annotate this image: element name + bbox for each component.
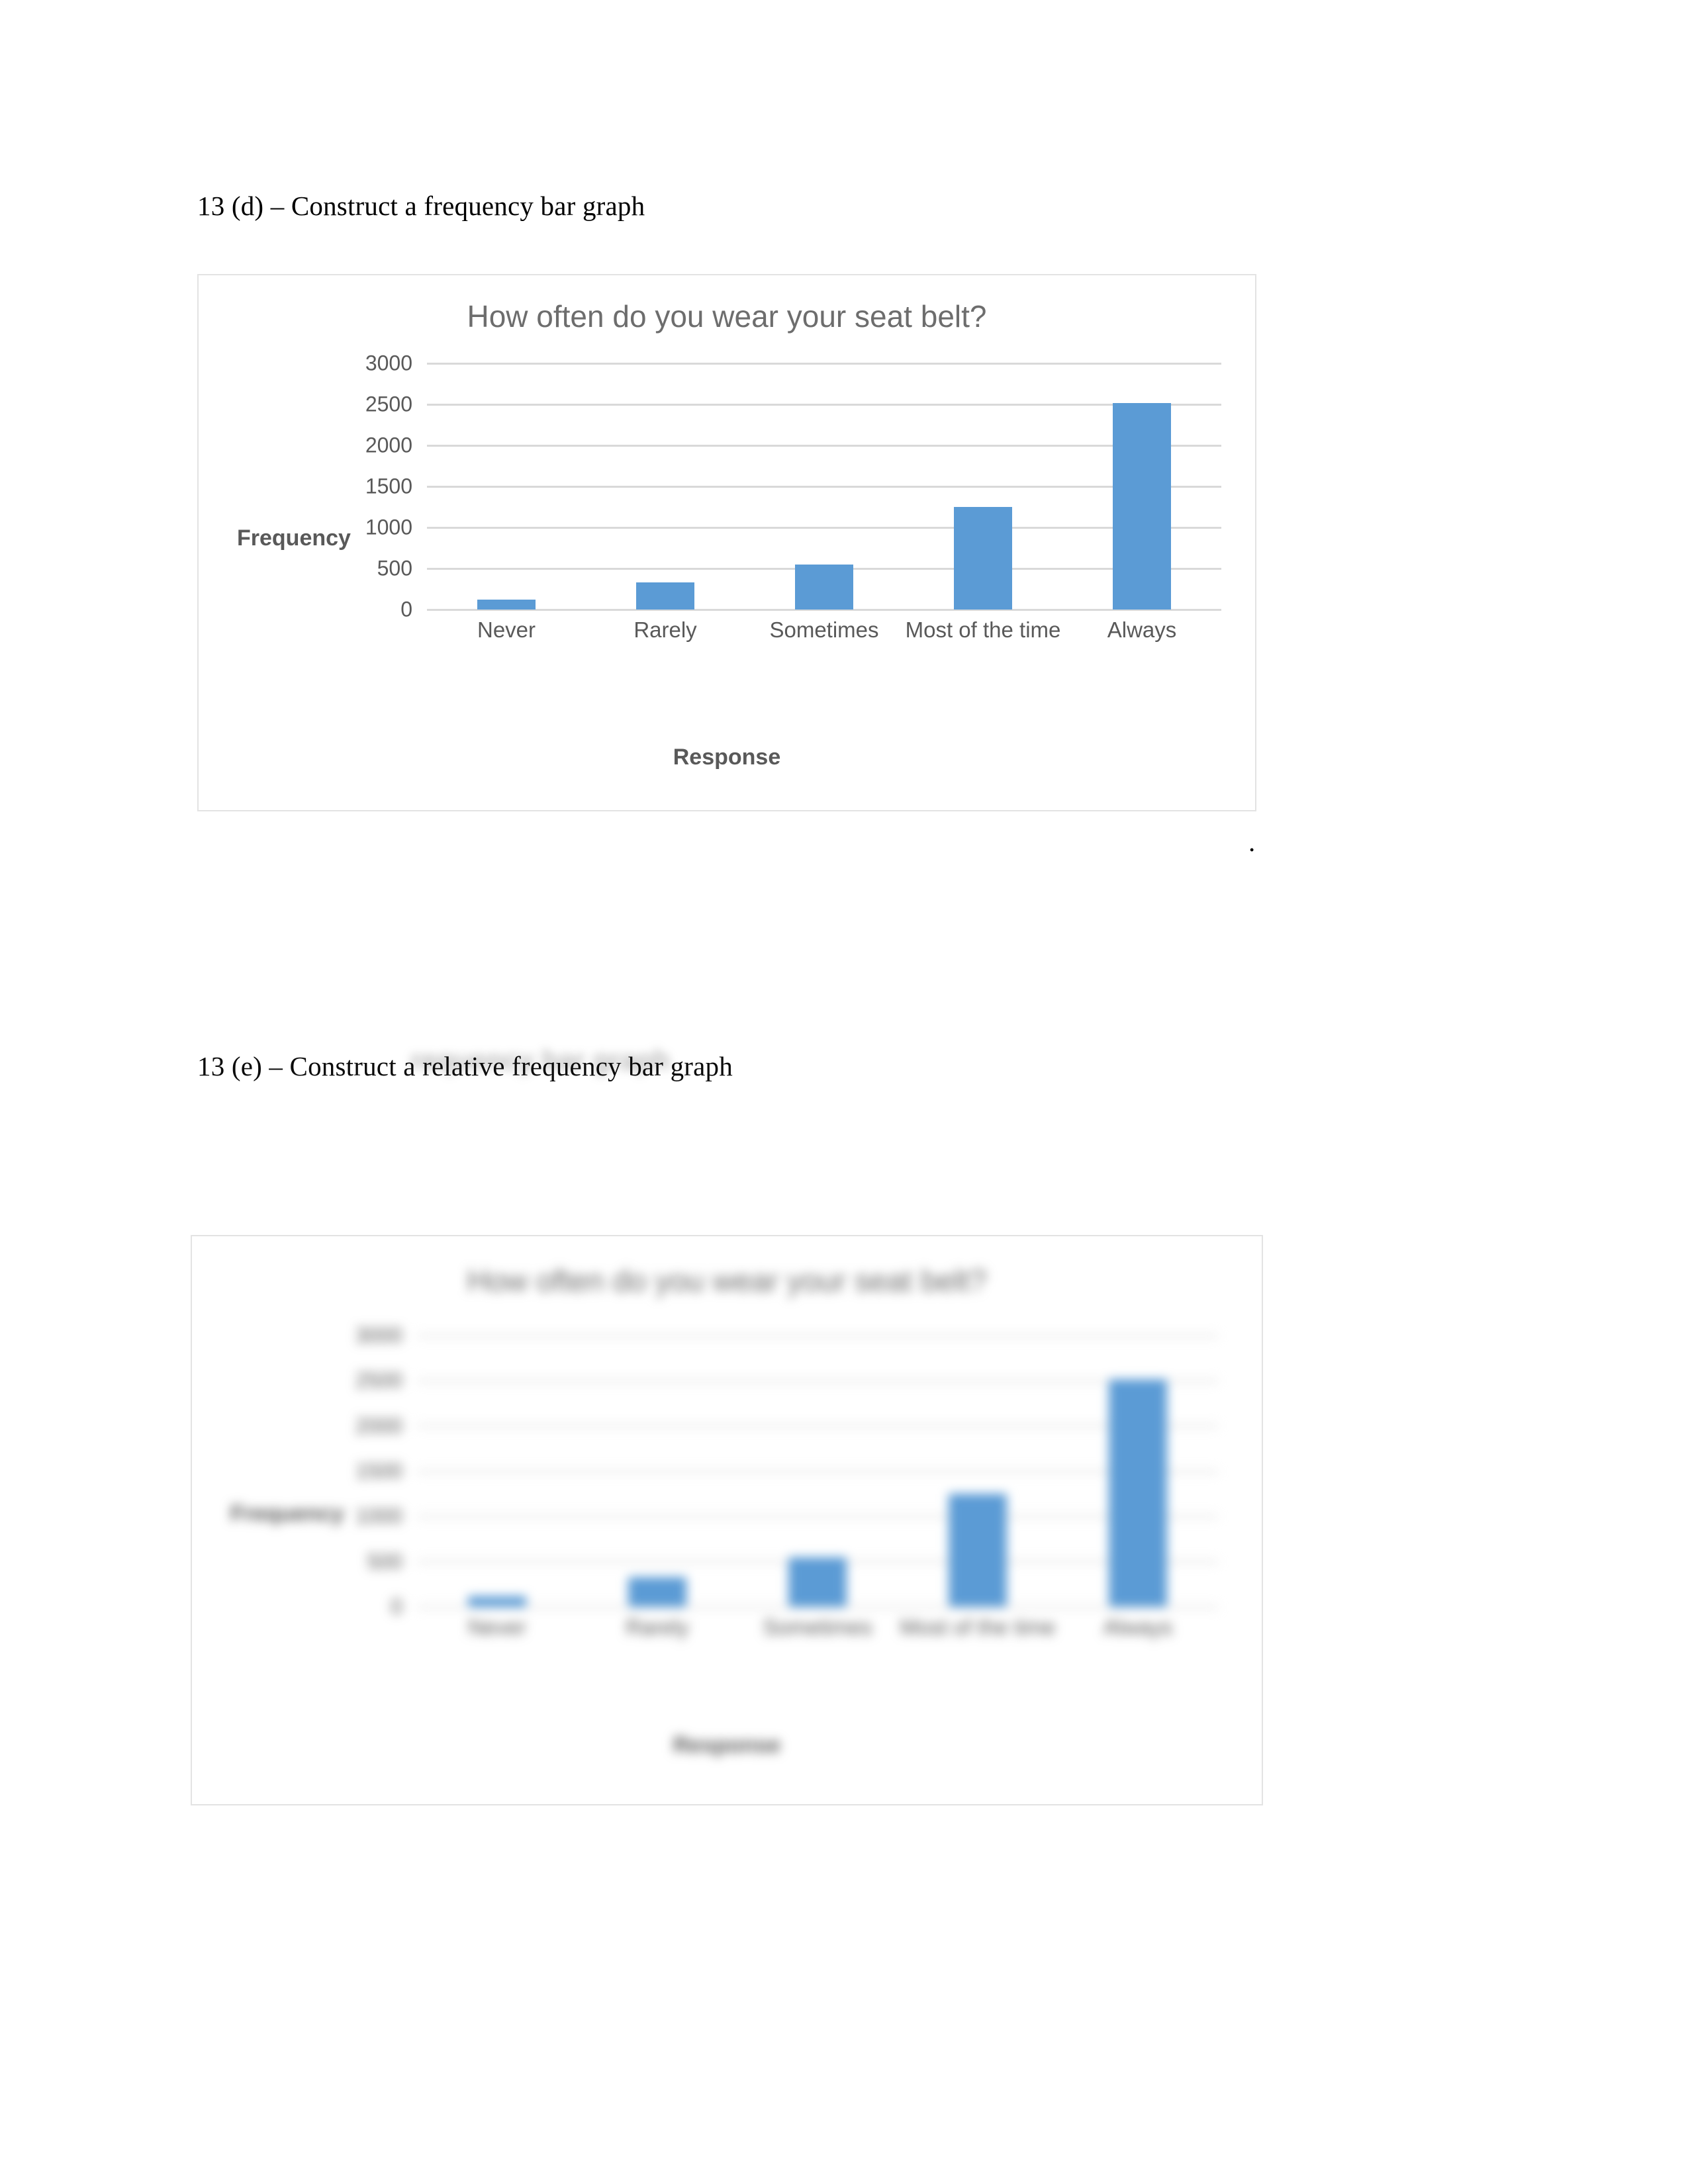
bar [949,1494,1007,1607]
bar [788,1557,847,1607]
y-tick-label: 1000 [355,1504,402,1528]
page-heading-13e: 13 (e) – Construct a relative frequency … [197,1054,733,1081]
bar-group: Most of the time [904,363,1062,642]
x-tick-label: Never [467,1615,527,1639]
y-tick-label: 1000 [365,515,412,539]
bar [636,582,694,610]
bars: Never Rarely Sometimes Most of the time Alwa… [427,363,1221,642]
bars: Never Rarely Sometimes Most of the time Alwa… [417,1336,1218,1639]
y-tick-label: 3000 [355,1323,402,1347]
chart-title: How often do you wear your seat belt? [467,1263,987,1298]
trailing-period: . [1248,827,1256,857]
bar-group: Never [427,363,586,642]
bar-group: Sometimes [737,1336,898,1639]
frequency-bar-chart: How often do you wear your seat belt? Fr… [197,274,1256,811]
y-tick-label: 3000 [365,351,412,375]
x-tick-label: Sometimes [769,617,879,642]
bar-group: Always [1058,1336,1218,1639]
y-axis-title: Frequency [237,525,351,551]
page-heading-13e-clip: 13 (e) – Construct a relative frequency … [197,1054,733,1089]
y-axis-title: Frequency [230,1501,344,1526]
y-tick-label: 2000 [355,1414,402,1438]
x-tick-label: Sometimes [763,1615,872,1639]
y-tick-label: 2500 [365,392,412,416]
x-tick-label: Never [477,617,536,642]
relative-frequency-bar-chart: How often do you wear your seat belt? Fr… [191,1235,1263,1805]
bar [468,1596,526,1607]
blurred-chart-content: How often do you wear your seat belt? Fr… [192,1236,1262,1804]
plot-area: 3000 2500 2000 1500 1000 500 0 Never Rarely Some… [355,1324,1218,1639]
bar-group: Always [1062,363,1221,642]
x-tick-label: Rarely [633,617,697,642]
y-tick-label: 0 [400,597,412,621]
x-axis-title: Response [673,745,781,770]
y-tick-label: 1500 [355,1459,402,1483]
plot-area: 3000 2500 2000 1500 1000 500 0 Never Rarely Some… [365,351,1221,642]
chart-title: How often do you wear your seat belt? [467,299,987,334]
y-tick-label: 500 [367,1549,402,1574]
bar [477,600,536,610]
page-heading-13d: 13 (d) – Construct a frequency bar graph [197,191,645,221]
bar-group: Most of the time [898,1336,1058,1639]
y-tick-label: 1500 [365,474,412,498]
x-tick-label: Always [1103,1615,1173,1639]
x-tick-label: Always [1107,617,1177,642]
bar [1109,1379,1167,1607]
y-tick-label: 2000 [365,433,412,457]
bar [954,507,1012,610]
bar-group: Rarely [577,1336,737,1639]
bar-group: Never [417,1336,577,1639]
bar [795,564,853,610]
x-tick-label: Most of the time [905,617,1061,642]
bar [628,1576,686,1607]
x-axis-title: Response [673,1733,781,1758]
bar-group: Rarely [586,363,745,642]
y-tick-label: 500 [377,556,412,580]
x-tick-label: Most of the time [900,1615,1056,1639]
bar [1113,402,1171,610]
y-tick-label: 2500 [355,1368,402,1392]
x-tick-label: Rarely [626,1615,689,1639]
bar-group: Sometimes [745,363,904,642]
y-tick-label: 0 [391,1594,402,1619]
